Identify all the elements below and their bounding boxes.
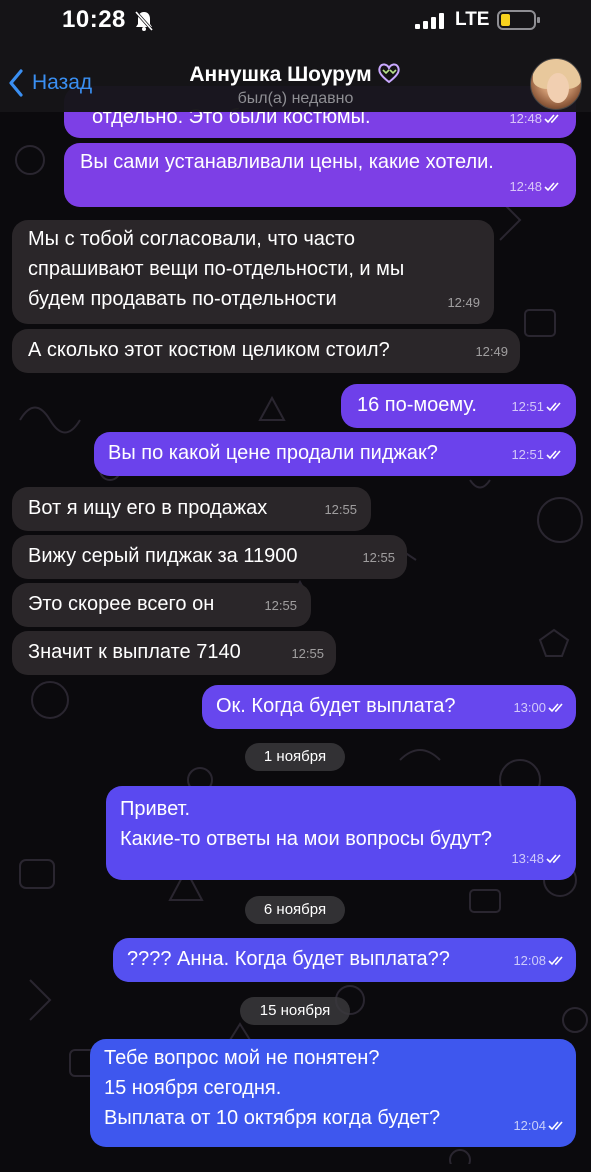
message-text: Значит к выплате 7140 [28,641,241,663]
message-bubble[interactable]: ???? Анна. Когда будет выплата?? 12:08 [113,938,576,982]
message-time-text: 12:48 [509,111,542,126]
message-text: Это скорее всего он [28,593,215,615]
message-time-text: 12:51 [511,447,544,462]
message-bubble[interactable]: Вот я ищу его в продажах 12:55 [12,487,371,531]
message-text: Привет. Какие-то ответы на мои вопросы б… [120,798,493,850]
message-time: 13:00 [513,693,566,723]
message-time-text: 12:08 [513,953,546,968]
chat-title[interactable]: Аннушка Шоурум [0,62,591,87]
message-time: 12:55 [264,598,297,613]
signal-icon [415,13,444,29]
double-check-icon [544,182,559,192]
double-check-icon [546,402,561,412]
date-separator: 1 ноября [245,743,345,771]
home-indicator-area [0,1164,591,1172]
chat-header: 10:28 LTE Назад Аннушка Шоурум был(а) не… [0,0,591,112]
double-check-icon [548,956,563,966]
message-time: 12:49 [447,295,480,310]
message-time: 12:55 [324,502,357,517]
message-text: ???? Анна. Когда будет выплата?? [127,948,450,970]
message-time-text: 13:00 [513,700,546,715]
message-time-text: 13:48 [511,851,544,866]
message-text: А сколько этот костюм целиком стоил? [28,339,390,361]
message-time-text: 12:04 [513,1118,546,1133]
message-bubble[interactable]: Мы с тобой согласовали, что часто спраши… [12,220,494,324]
message-time: 12:55 [291,646,324,661]
message-text: Мы с тобой согласовали, что часто спраши… [28,228,405,310]
date-separator: 6 ноября [245,896,345,924]
double-check-icon [544,114,559,124]
battery-icon [497,10,540,30]
message-text: Вот я ищу его в продажах [28,497,268,519]
double-check-icon [548,703,563,713]
message-time: 12:51 [511,440,564,470]
chat-status: был(а) недавно [237,90,354,107]
message-time: 13:48 [511,844,564,874]
network-label: LTE [455,9,490,30]
message-text: Тебе вопрос мой не понятен? 15 ноября се… [104,1047,441,1129]
message-bubble[interactable]: 16 по-моему. 12:51 [341,384,576,428]
double-check-icon [546,854,561,864]
message-time: 12:48 [509,172,562,202]
bell-slash-icon [134,11,154,31]
message-bubble[interactable]: Это скорее всего он 12:55 [12,583,311,627]
message-text: Вижу серый пиджак за 11900 [28,545,298,567]
avatar[interactable] [530,58,582,110]
heart-icon [377,63,400,84]
message-text: Ок. Когда будет выплата? [216,695,456,717]
double-check-icon [548,1121,563,1131]
message-text: Вы по какой цене продали пиджак? [108,442,438,464]
message-time: 12:04 [513,1111,566,1141]
message-bubble[interactable]: А сколько этот костюм целиком стоил? 12:… [12,329,520,373]
message-time-text: 12:48 [509,179,542,194]
message-bubble[interactable]: Привет. Какие-то ответы на мои вопросы б… [106,786,576,880]
date-separator: 15 ноября [240,997,350,1025]
status-time: 10:28 [62,6,126,33]
message-bubble[interactable]: Значит к выплате 7140 12:55 [12,631,336,675]
message-bubble[interactable]: Вы сами устанавливали цены, какие хотели… [64,143,576,207]
status-bar: 10:28 LTE [0,0,591,44]
message-bubble[interactable]: Вы по какой цене продали пиджак? 12:51 [94,432,576,476]
message-bubble[interactable]: Тебе вопрос мой не понятен? 15 ноября се… [90,1039,576,1147]
message-time: 12:49 [475,344,508,359]
chat-title-text: Аннушка Шоурум [189,63,372,86]
message-bubble[interactable]: Ок. Когда будет выплата? 13:00 [202,685,576,729]
message-bubble[interactable]: Вижу серый пиджак за 11900 12:55 [12,535,407,579]
message-time-text: 12:51 [511,399,544,414]
message-text: Вы сами устанавливали цены, какие хотели… [80,151,494,173]
double-check-icon [546,450,561,460]
avatar-face [547,73,569,103]
message-time: 12:51 [511,392,564,422]
message-time: 12:08 [513,946,566,976]
message-time: 12:55 [362,550,395,565]
